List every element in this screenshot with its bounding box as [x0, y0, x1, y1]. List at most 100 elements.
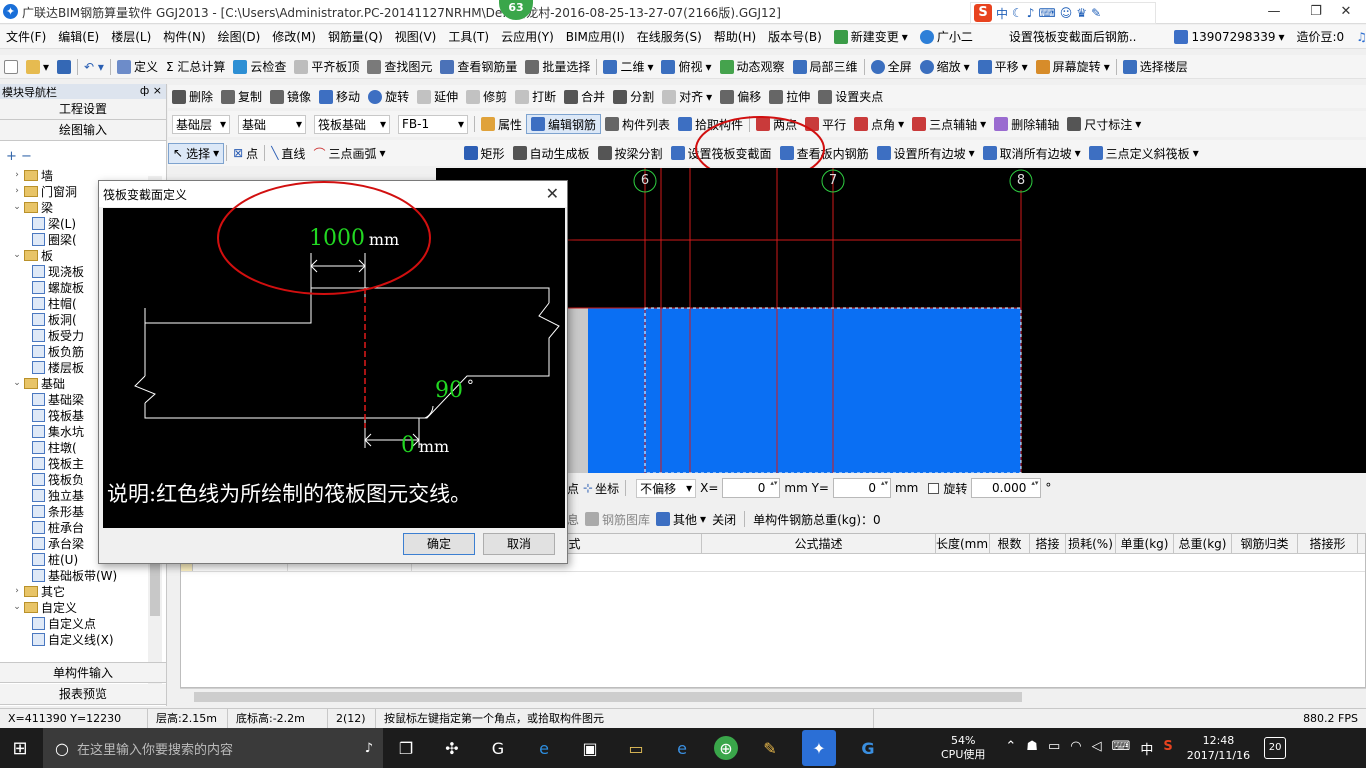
- tree-item[interactable]: 自定义线(X): [32, 631, 114, 647]
- tree-item[interactable]: 板洞(: [32, 311, 77, 327]
- tree-item[interactable]: 板负筋: [32, 343, 84, 359]
- ime-toolbar[interactable]: S 中 ☾ ♪ ⌨ ☺ ♛ ✎: [970, 2, 1156, 24]
- tree-expand-collapse[interactable]: + −: [0, 141, 166, 167]
- edit-rebar-button[interactable]: 编辑钢筋: [526, 114, 602, 134]
- merge-button[interactable]: 合并: [560, 85, 609, 108]
- menu-online[interactable]: 在线服务(S): [631, 25, 708, 48]
- component-combo[interactable]: FB-1 ▾: [398, 114, 468, 134]
- tree-item[interactable]: 基础梁: [32, 391, 84, 407]
- new-file-icon[interactable]: [0, 55, 22, 78]
- view-slab-rebar-button[interactable]: 查看板内钢筋: [776, 140, 873, 166]
- 360-browser-icon[interactable]: ⊕: [714, 736, 738, 760]
- action-center-badge[interactable]: 20: [1264, 737, 1287, 759]
- menu-component[interactable]: 构件(N): [157, 25, 211, 48]
- mirror-button[interactable]: 镜像: [266, 85, 315, 108]
- menu-tools[interactable]: 工具(T): [442, 25, 495, 48]
- collapse-chevron-icon[interactable]: ⌄: [12, 602, 22, 612]
- taskbar-search-box[interactable]: ○ 在这里输入你要搜索的内容 ♪: [43, 728, 383, 768]
- menu-new-change[interactable]: 新建变更 ▾: [828, 25, 914, 48]
- three-point-axis-button[interactable]: 三点辅轴 ▾: [908, 111, 990, 137]
- expand-chevron-icon[interactable]: ›: [12, 186, 22, 196]
- other-button[interactable]: 其他 ▾: [656, 511, 706, 528]
- width-value[interactable]: 1000: [309, 226, 365, 251]
- skin-icon[interactable]: ♛: [1076, 6, 1087, 20]
- top-view-button[interactable]: 俯视 ▾: [657, 55, 715, 78]
- set-grip-button[interactable]: 设置夹点: [814, 85, 887, 108]
- floor-combo[interactable]: 基础层 ▾: [172, 114, 230, 134]
- tree-item[interactable]: 板受力: [32, 327, 84, 343]
- line-button[interactable]: ╲ 直线: [267, 140, 309, 166]
- select-button[interactable]: ↖ 选择 ▾: [168, 142, 225, 164]
- type-combo[interactable]: 筏板基础 ▾: [314, 114, 390, 134]
- trim-button[interactable]: 修剪: [462, 85, 511, 108]
- menu-cloud[interactable]: 云应用(Y): [495, 25, 560, 48]
- x-offset-input[interactable]: 0: [722, 478, 781, 498]
- bell-icon[interactable]: ♫: [1350, 25, 1366, 48]
- delete-axis-button[interactable]: 删除辅轴: [990, 111, 1063, 137]
- tree-item[interactable]: ⌄ 基础: [12, 375, 65, 391]
- category-combo[interactable]: 基础 ▾: [238, 114, 306, 134]
- tree-item[interactable]: 基础板带(W): [32, 567, 117, 583]
- menu-edit[interactable]: 编辑(E): [52, 25, 105, 48]
- properties-button[interactable]: 属性: [477, 111, 526, 137]
- wrench-icon[interactable]: ✎: [1091, 6, 1101, 20]
- local-3d-button[interactable]: 局部三维: [789, 55, 862, 78]
- tray-chevron-up-icon[interactable]: ⌃: [1005, 739, 1016, 758]
- tree-item[interactable]: 柱帽(: [32, 295, 77, 311]
- zoom-button[interactable]: 缩放 ▾: [916, 55, 974, 78]
- minimize-button[interactable]: —: [1254, 2, 1294, 22]
- offset-value[interactable]: 0: [401, 433, 415, 458]
- tree-item[interactable]: 筏板负: [32, 471, 84, 487]
- open-file-icon[interactable]: ▾: [22, 55, 53, 78]
- drawing-canvas[interactable]: 5 6 7 8: [567, 168, 1366, 473]
- tree-item[interactable]: 筏板基: [32, 407, 84, 423]
- tree-item[interactable]: › 墙: [12, 167, 53, 183]
- tree-item[interactable]: 筏板主: [32, 455, 84, 471]
- file-explorer-icon[interactable]: ▭: [622, 734, 650, 762]
- ie-browser-icon[interactable]: e: [668, 734, 696, 762]
- rotate-button[interactable]: 旋转: [364, 85, 413, 108]
- rectangle-button[interactable]: 矩形: [460, 140, 509, 166]
- tree-item[interactable]: 现浇板: [32, 263, 84, 279]
- cpu-monitor[interactable]: 54% CPU使用: [941, 734, 985, 762]
- select-floor-button[interactable]: 选择楼层: [1119, 55, 1192, 78]
- user-icon[interactable]: ☺: [1060, 6, 1073, 20]
- point-angle-button[interactable]: 点角 ▾: [850, 111, 908, 137]
- pick-component-button[interactable]: 拾取构件: [674, 111, 747, 137]
- rebar-library-button[interactable]: 钢筋图库: [585, 511, 650, 528]
- parallel-axis-button[interactable]: 平行: [801, 111, 850, 137]
- batch-select-button[interactable]: 批量选择: [521, 55, 594, 78]
- screen-rotate-button[interactable]: 屏幕旋转 ▾: [1032, 55, 1114, 78]
- summary-calc-button[interactable]: Σ 汇总计算: [162, 55, 229, 78]
- tree-item[interactable]: 梁(L): [32, 215, 76, 231]
- menu-view[interactable]: 视图(V): [389, 25, 443, 48]
- offset-button[interactable]: 偏移: [716, 85, 765, 108]
- save-icon[interactable]: [53, 55, 75, 78]
- single-component-input-button[interactable]: 单构件输入: [0, 662, 166, 683]
- collapse-chevron-icon[interactable]: ⌄: [12, 202, 22, 212]
- top-width-dimension[interactable]: 1000 mm: [309, 226, 399, 251]
- tree-item[interactable]: ⌄ 梁: [12, 199, 53, 215]
- expand-chevron-icon[interactable]: ›: [12, 586, 22, 596]
- menu-assistant[interactable]: 广小二: [914, 25, 979, 48]
- slope-angle-dimension[interactable]: 90 °: [435, 378, 474, 403]
- stretch-button[interactable]: 拉伸: [765, 85, 814, 108]
- collapse-chevron-icon[interactable]: ⌄: [12, 378, 22, 388]
- ime-language[interactable]: 中: [996, 5, 1008, 22]
- menu-rebar[interactable]: 钢筋量(Q): [322, 25, 389, 48]
- point-snap-label[interactable]: 点: [567, 480, 579, 497]
- clock[interactable]: 12:48 2017/11/16: [1187, 733, 1250, 763]
- bottom-offset-dimension[interactable]: 0 mm: [401, 433, 449, 458]
- undo-icon[interactable]: ↶ ▾: [80, 55, 108, 78]
- find-element-button[interactable]: 查找图元: [363, 55, 436, 78]
- two-point-axis-button[interactable]: 两点: [752, 111, 801, 137]
- view-rebar-button[interactable]: 查看钢筋量: [436, 55, 521, 78]
- edge-browser-icon[interactable]: e: [530, 734, 558, 762]
- tree-item[interactable]: 承台梁: [32, 535, 84, 551]
- move-button[interactable]: 移动: [315, 85, 364, 108]
- close-panel-button[interactable]: 关闭: [712, 511, 736, 528]
- copy-button[interactable]: 复制: [217, 85, 266, 108]
- notepad-icon[interactable]: ✎: [756, 734, 784, 762]
- menu-help[interactable]: 帮助(H): [708, 25, 762, 48]
- tree-item[interactable]: 独立基: [32, 487, 84, 503]
